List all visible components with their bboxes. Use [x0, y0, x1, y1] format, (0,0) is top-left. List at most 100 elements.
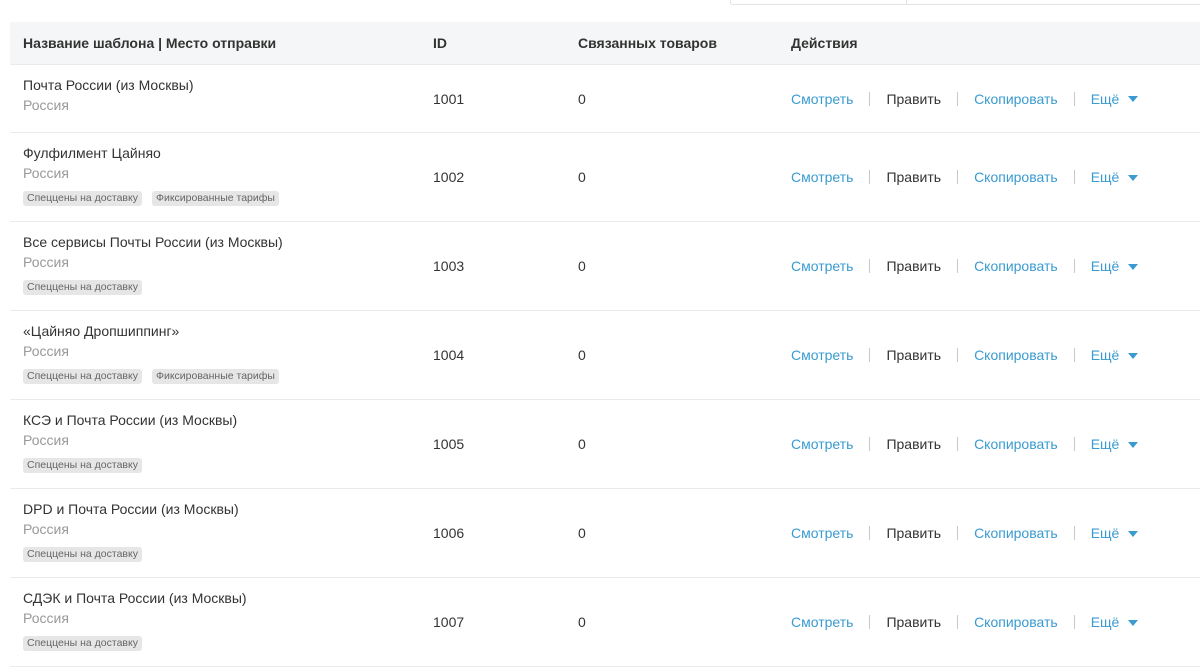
- copy-link[interactable]: Скопировать: [974, 347, 1058, 363]
- template-id: 1006: [433, 525, 465, 541]
- template-name: Фулфилмент Цайняо: [23, 145, 161, 161]
- copy-link[interactable]: Скопировать: [974, 258, 1058, 274]
- table-row: СДЭК и Почта России (из Москвы) Россия Спе…: [10, 578, 1200, 667]
- template-origin: Россия: [23, 165, 69, 181]
- more-dropdown[interactable]: Ещё: [1091, 525, 1139, 541]
- template-name: Почта России (из Москвы): [23, 77, 194, 93]
- view-link[interactable]: Смотреть: [791, 169, 853, 185]
- action-divider: [869, 259, 871, 273]
- action-divider: [957, 91, 959, 106]
- more-dropdown[interactable]: Ещё: [1091, 614, 1139, 630]
- header-name: Название шаблона | Место отправки: [23, 35, 277, 51]
- copy-link[interactable]: Скопировать: [974, 614, 1058, 630]
- more-label: Ещё: [1090, 614, 1120, 630]
- template-id: 1004: [433, 347, 465, 363]
- template-tag: Фиксированные тарифы: [151, 191, 279, 206]
- template-tags: Спеццены на доставку: [23, 547, 239, 562]
- action-divider: [1073, 259, 1075, 273]
- row-actions: Смотреть Править Скопировать Ещё: [791, 489, 1139, 577]
- linked-products-count: 0: [578, 90, 586, 107]
- more-dropdown[interactable]: Ещё: [1091, 436, 1139, 452]
- template-name-cell: DPD и Почта России (из Москвы) Россия Спец…: [23, 501, 239, 562]
- action-divider: [869, 348, 871, 362]
- template-id: 1005: [433, 436, 465, 452]
- template-tag: Спеццены на доставку: [23, 280, 142, 295]
- action-divider: [1073, 437, 1075, 451]
- action-divider: [1073, 526, 1075, 540]
- table-row: «Цайняо Дропшиппинг» Россия Спеццены на до…: [10, 311, 1200, 400]
- row-actions: Смотреть Править Скопировать Ещё: [791, 311, 1139, 399]
- copy-link[interactable]: Скопировать: [974, 525, 1058, 541]
- edit-link[interactable]: Править: [886, 258, 941, 274]
- linked-products-count: 0: [578, 614, 586, 630]
- template-tag: Спеццены на доставку: [23, 369, 142, 384]
- template-tags: Спеццены на доставку: [23, 636, 247, 651]
- template-name: КСЭ и Почта России (из Москвы): [23, 412, 238, 428]
- table-row: Все сервисы Почты России (из Москвы) Росс…: [10, 222, 1200, 311]
- more-dropdown[interactable]: Ещё: [1091, 347, 1139, 363]
- top-filter-input[interactable]: [730, 0, 1200, 5]
- edit-link[interactable]: Править: [886, 347, 941, 363]
- action-divider: [957, 348, 959, 362]
- view-link[interactable]: Смотреть: [791, 436, 853, 452]
- action-divider: [957, 437, 959, 451]
- more-label: Ещё: [1090, 258, 1120, 274]
- view-link[interactable]: Смотреть: [791, 91, 853, 107]
- action-divider: [869, 91, 871, 106]
- view-link[interactable]: Смотреть: [791, 525, 853, 541]
- edit-link[interactable]: Править: [886, 614, 941, 630]
- row-actions: Смотреть Править Скопировать Ещё: [791, 222, 1139, 310]
- copy-link[interactable]: Скопировать: [974, 91, 1058, 107]
- view-link[interactable]: Смотреть: [791, 347, 853, 363]
- action-divider: [957, 615, 959, 629]
- template-name-cell: Почта России (из Москвы) Россия: [23, 77, 194, 114]
- template-tags: Спеццены на доставку Фиксированные тарифы: [23, 191, 289, 206]
- view-link[interactable]: Смотреть: [791, 614, 853, 630]
- action-divider: [1073, 170, 1075, 184]
- table-row: Фулфилмент Цайняо Россия Спеццены на доста…: [10, 133, 1200, 222]
- caret-down-icon: [1128, 441, 1139, 448]
- template-id: 1003: [433, 258, 465, 274]
- edit-link[interactable]: Править: [886, 91, 941, 107]
- more-dropdown[interactable]: Ещё: [1091, 258, 1139, 274]
- copy-link[interactable]: Скопировать: [974, 436, 1058, 452]
- template-id: 1002: [433, 169, 465, 185]
- copy-link[interactable]: Скопировать: [974, 169, 1058, 185]
- top-filter-divider: [906, 0, 907, 4]
- edit-link[interactable]: Править: [886, 525, 941, 541]
- template-id: 1001: [433, 90, 465, 107]
- row-actions: Смотреть Править Скопировать Ещё: [791, 400, 1139, 488]
- more-label: Ещё: [1090, 347, 1120, 363]
- caret-down-icon: [1128, 352, 1139, 359]
- action-divider: [869, 615, 871, 629]
- more-dropdown[interactable]: Ещё: [1091, 169, 1139, 185]
- action-divider: [869, 526, 871, 540]
- row-actions: Смотреть Править Скопировать Ещё: [791, 65, 1139, 132]
- template-name: Все сервисы Почты России (из Москвы): [23, 234, 283, 250]
- more-dropdown[interactable]: Ещё: [1091, 91, 1139, 107]
- more-label: Ещё: [1090, 436, 1120, 452]
- template-name-cell: СДЭК и Почта России (из Москвы) Россия Спе…: [23, 590, 247, 651]
- template-origin: Россия: [23, 254, 69, 270]
- template-tag: Спеццены на доставку: [23, 191, 142, 206]
- linked-products-count: 0: [578, 169, 586, 185]
- more-label: Ещё: [1090, 169, 1120, 185]
- template-name: СДЭК и Почта России (из Москвы): [23, 590, 247, 606]
- caret-down-icon: [1128, 96, 1139, 102]
- more-label: Ещё: [1090, 90, 1120, 107]
- row-actions: Смотреть Править Скопировать Ещё: [791, 578, 1139, 666]
- template-name-cell: КСЭ и Почта России (из Москвы) Россия Спец…: [23, 412, 237, 473]
- caret-down-icon: [1128, 263, 1139, 270]
- template-origin: Россия: [23, 343, 69, 359]
- row-actions: Смотреть Править Скопировать Ещё: [791, 133, 1139, 221]
- shipping-templates-table: Название шаблона | Место отправки ID Свя…: [10, 22, 1200, 667]
- edit-link[interactable]: Править: [886, 169, 941, 185]
- table-row: КСЭ и Почта России (из Москвы) Россия Спец…: [10, 400, 1200, 489]
- header-actions: Действия: [791, 35, 858, 51]
- table-row: Почта России (из Москвы) Россия 1001 0 Смотр…: [10, 65, 1200, 133]
- action-divider: [957, 170, 959, 184]
- edit-link[interactable]: Править: [886, 436, 941, 452]
- view-link[interactable]: Смотреть: [791, 258, 853, 274]
- template-tags: Спеццены на доставку: [23, 458, 237, 473]
- more-label: Ещё: [1090, 525, 1120, 541]
